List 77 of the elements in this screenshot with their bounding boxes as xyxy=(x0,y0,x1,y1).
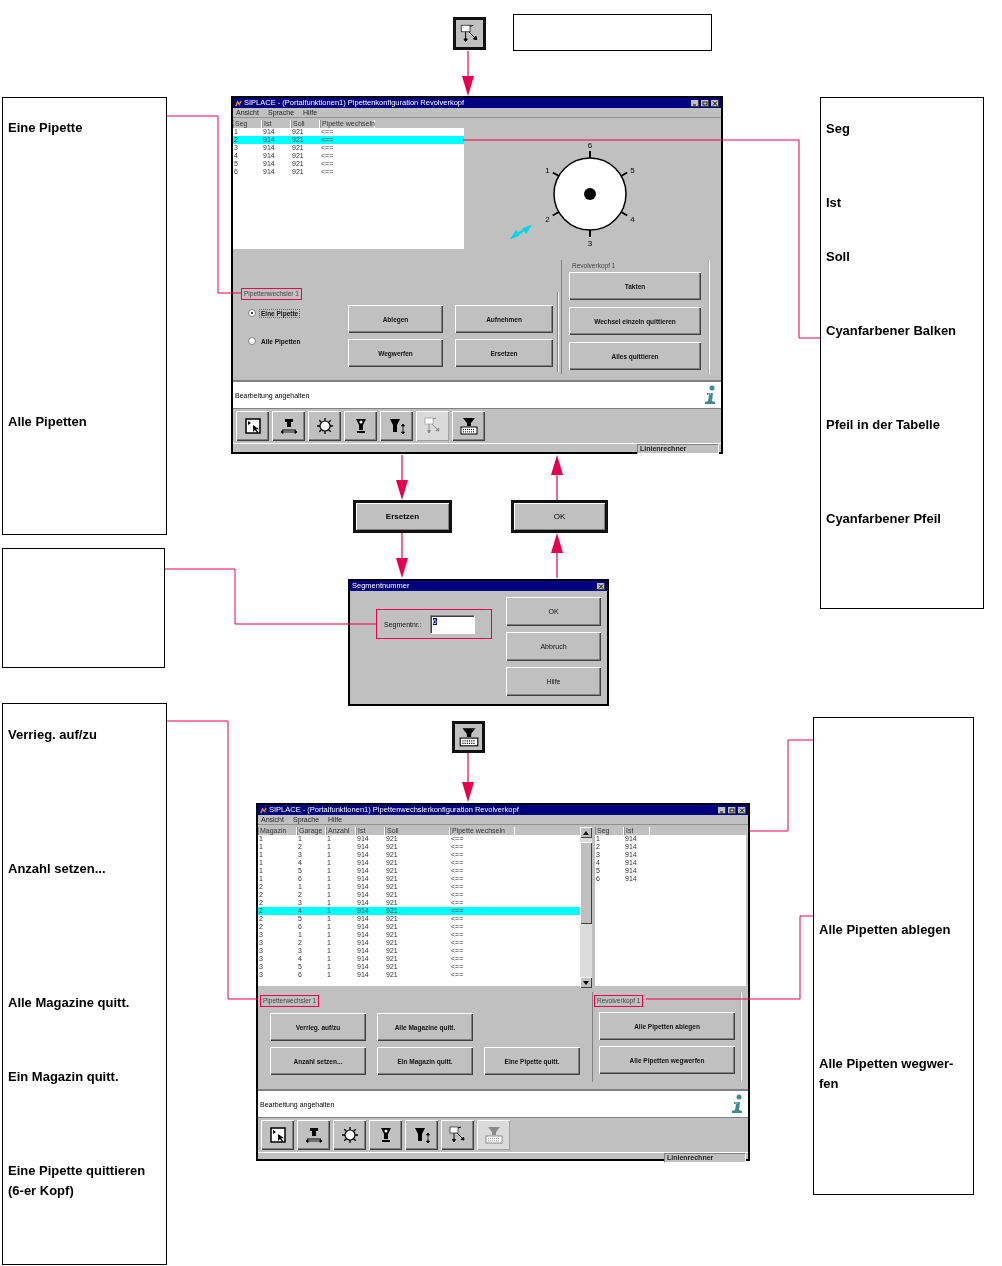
dial-label: 4 xyxy=(630,214,635,224)
pointer-icon xyxy=(242,416,263,436)
close-button[interactable] xyxy=(597,582,605,590)
callout-text: Pfeil in der Tabelle xyxy=(826,416,940,434)
toolbar-button[interactable] xyxy=(441,1120,474,1150)
toolbar-button[interactable] xyxy=(333,1120,366,1150)
toolbar-button[interactable] xyxy=(380,411,413,441)
toolbar-button[interactable] xyxy=(452,411,485,441)
nozzle-grid-icon xyxy=(458,416,479,436)
callout-text: Cyanfarbener Pfeil xyxy=(826,510,941,528)
flow-arrow xyxy=(396,454,408,500)
sun-icon xyxy=(314,416,335,436)
dial-label: 3 xyxy=(587,239,593,248)
nozzle-grid-icon xyxy=(457,726,480,748)
callout-text: Alle Magazine quitt. xyxy=(8,994,130,1012)
callout-text: Alle Pipetten wegwer- fen xyxy=(819,1055,954,1093)
toolbar-button[interactable] xyxy=(308,411,341,441)
flow-arrow xyxy=(551,455,563,501)
tool-button[interactable] xyxy=(452,721,485,753)
replace-button[interactable]: Ersetzen xyxy=(353,500,452,533)
dial-label: 6 xyxy=(587,141,593,150)
close-button[interactable] xyxy=(738,806,746,814)
restore-button[interactable] xyxy=(728,806,736,814)
minimize-button[interactable] xyxy=(691,99,699,107)
pipette-icon xyxy=(303,1125,324,1145)
toolbar-button[interactable] xyxy=(272,411,305,441)
scroll-thumb[interactable] xyxy=(580,842,592,924)
callout-text: Verrieg. auf/zu xyxy=(8,726,97,744)
info-icon xyxy=(703,385,717,405)
restore-icon xyxy=(729,807,735,813)
scroll-down-button[interactable] xyxy=(580,977,592,988)
callout-text: Eine Pipette quittieren (6-er Kopf) xyxy=(8,1162,146,1200)
branch-arrows-icon xyxy=(422,416,443,436)
restore-icon xyxy=(702,100,708,106)
callout-text: Seg xyxy=(826,120,850,138)
restore-button[interactable] xyxy=(701,99,709,107)
info-icon xyxy=(730,1094,744,1114)
flow-arrow xyxy=(462,50,474,96)
callout-text: Ist xyxy=(826,194,842,212)
dial-label: 2 xyxy=(545,214,550,224)
callout-text: Anzahl setzen... xyxy=(8,860,106,878)
close-icon xyxy=(739,807,745,813)
callout-text: Cyanfarbener Balken xyxy=(826,322,957,340)
scrollbar[interactable] xyxy=(580,827,592,988)
flow-arrow xyxy=(462,752,474,802)
toolbar-button[interactable] xyxy=(297,1120,330,1150)
close-icon xyxy=(598,583,604,589)
double-arrow-icon xyxy=(511,225,531,239)
app-logo-icon xyxy=(235,99,242,107)
flow-arrow xyxy=(551,533,563,579)
dial-label: 1 xyxy=(545,165,550,175)
callout-text: Ein Magazin quitt. xyxy=(8,1068,119,1086)
close-button[interactable] xyxy=(711,99,719,107)
toolbar-button[interactable] xyxy=(369,1120,402,1150)
tool-button[interactable] xyxy=(453,17,486,50)
toolbar-button[interactable] xyxy=(261,1120,294,1150)
nozzle-grid-icon xyxy=(483,1125,504,1145)
toolbar-button[interactable] xyxy=(405,1120,438,1150)
callout-text: Eine Pipette xyxy=(8,119,83,137)
callout-text: Alle Pipetten ablegen xyxy=(819,921,951,939)
callout-text: Alle Pipetten xyxy=(8,413,87,431)
minimize-button[interactable] xyxy=(718,806,726,814)
flow-arrow xyxy=(396,532,408,578)
pipette-icon xyxy=(278,416,299,436)
pointer-icon xyxy=(267,1125,288,1145)
sun-icon xyxy=(339,1125,360,1145)
dial-label: 5 xyxy=(630,165,635,175)
close-icon xyxy=(712,100,718,106)
toolbar-button[interactable] xyxy=(344,411,377,441)
ok-button[interactable]: OK xyxy=(511,500,608,533)
branch-arrows-icon xyxy=(447,1125,468,1145)
callout-text: Soll xyxy=(826,248,850,266)
toolbar-button[interactable] xyxy=(236,411,269,441)
app-logo-icon xyxy=(260,806,267,814)
scroll-up-button[interactable] xyxy=(580,827,592,838)
down-arrow-icon xyxy=(583,980,589,985)
up-arrow-icon xyxy=(583,830,589,835)
